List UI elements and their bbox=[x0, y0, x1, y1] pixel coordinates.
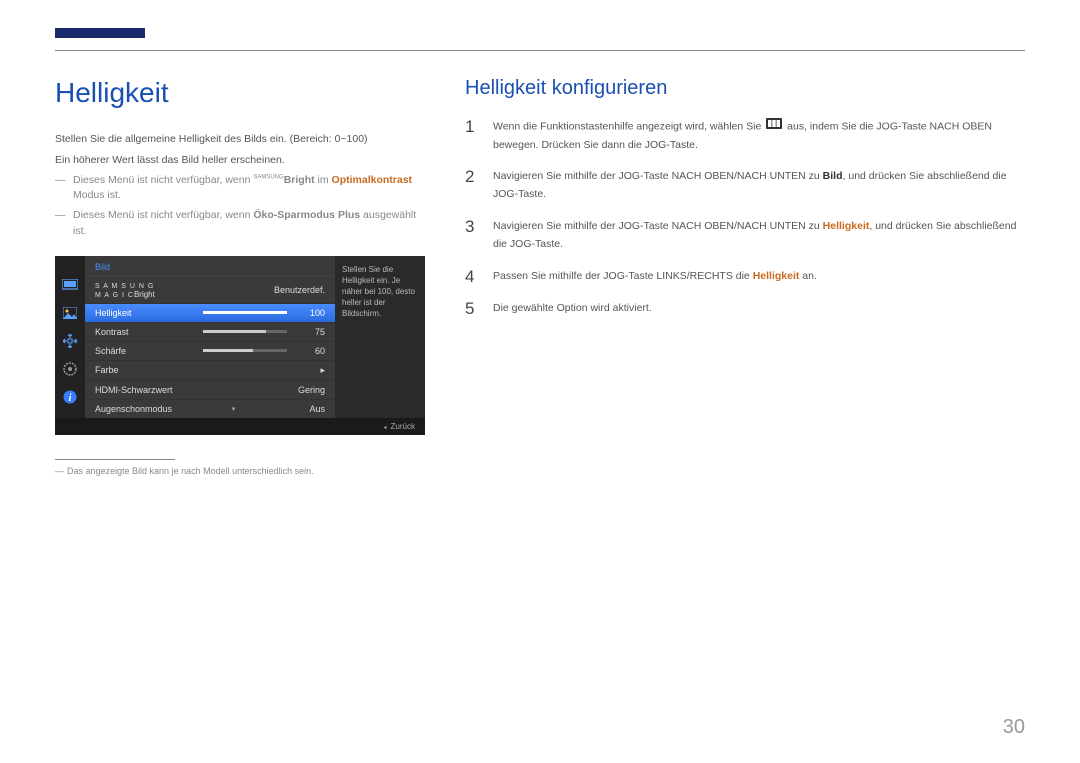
step-number: 3 bbox=[465, 218, 479, 237]
osd-slider bbox=[203, 311, 287, 314]
osd-footer-label: Zurück bbox=[391, 422, 415, 431]
page-number: 30 bbox=[1003, 716, 1025, 739]
osd-value: ▸ bbox=[295, 365, 325, 376]
osd-row-augen: Augenschonmodus ▾ Aus bbox=[85, 400, 335, 418]
monitor-icon bbox=[61, 278, 79, 292]
osd-row-helligkeit: Helligkeit 100 bbox=[85, 304, 335, 323]
osd-screenshot: i Bild S A M S U N G M A G I CBright Be bbox=[55, 256, 425, 435]
header-rule bbox=[55, 50, 1025, 51]
osd-row-kontrast: Kontrast 75 bbox=[85, 323, 335, 342]
note-1-pre: Dieses Menü ist nicht verfügbar, wenn bbox=[73, 174, 253, 186]
magic-small: SAMSUNG bbox=[253, 174, 283, 180]
osd-row-hdmi: HDMI-Schwarzwert Gering bbox=[85, 381, 335, 400]
svg-text:i: i bbox=[69, 393, 72, 404]
osd-slider bbox=[203, 330, 287, 333]
footnote: Das angezeigte Bild kann je nach Modell … bbox=[55, 466, 425, 476]
intro-text-2: Ein höherer Wert lässt das Bild heller e… bbox=[55, 152, 425, 169]
osd-menu: Bild S A M S U N G M A G I CBright Benut… bbox=[85, 256, 335, 418]
footnote-rule bbox=[55, 459, 175, 460]
osd-info-panel: Stellen Sie die Helligkeit ein. Je näher… bbox=[335, 256, 425, 418]
resize-icon bbox=[61, 334, 79, 348]
step-3: 3 Navigieren Sie mithilfe der JOG-Taste … bbox=[465, 218, 1025, 254]
info-icon: i bbox=[61, 390, 79, 404]
osd-label: Helligkeit bbox=[95, 308, 195, 318]
osd-row-farbe: Farbe ▸ bbox=[85, 361, 335, 381]
left-column: Helligkeit Stellen Sie die allgemeine He… bbox=[55, 77, 425, 476]
osd-value: 60 bbox=[295, 346, 325, 356]
osd-value: 75 bbox=[295, 327, 325, 337]
step-text: Die gewählte Option wird aktiviert. bbox=[493, 300, 1025, 318]
osd-label: Farbe bbox=[95, 365, 195, 375]
osd-label: HDMI-Schwarzwert bbox=[95, 385, 173, 395]
note-2-pre: Dieses Menü ist nicht verfügbar, wenn bbox=[73, 209, 253, 221]
osd-row-magicbright: S A M S U N G M A G I CBright Benutzerde… bbox=[85, 277, 335, 304]
picture-icon bbox=[61, 306, 79, 320]
note-1-post: Modus ist. bbox=[73, 189, 121, 201]
step-number: 5 bbox=[465, 300, 479, 319]
osd-header: Bild bbox=[85, 256, 335, 277]
page-title: Helligkeit bbox=[55, 77, 425, 109]
right-column: Helligkeit konfigurieren 1 Wenn die Funk… bbox=[465, 77, 1025, 476]
step-text: Navigieren Sie mithilfe der JOG-Taste NA… bbox=[493, 168, 1025, 204]
magic-bright: Bright bbox=[284, 174, 315, 186]
step-number: 2 bbox=[465, 168, 479, 187]
section-title: Helligkeit konfigurieren bbox=[465, 77, 1025, 100]
menu-icon bbox=[766, 118, 782, 136]
step-text: Passen Sie mithilfe der JOG-Taste LINKS/… bbox=[493, 268, 1025, 286]
osd-value: Benutzerdef. bbox=[274, 285, 325, 295]
chevron-down-icon: ▾ bbox=[172, 405, 295, 413]
note-1-accent: Optimalkontrast bbox=[332, 174, 413, 186]
osd-label: Augenschonmodus bbox=[95, 404, 172, 414]
osd-label: Schärfe bbox=[95, 346, 195, 356]
step-1: 1 Wenn die Funktionstastenhilfe angezeig… bbox=[465, 118, 1025, 154]
intro-text-1: Stellen Sie die allgemeine Helligkeit de… bbox=[55, 131, 425, 148]
osd-slider bbox=[203, 349, 287, 352]
note-1: Dieses Menü ist nicht verfügbar, wenn SA… bbox=[55, 173, 425, 205]
osd-value: Aus bbox=[295, 404, 325, 414]
step-text: Navigieren Sie mithilfe der JOG-Taste NA… bbox=[493, 218, 1025, 254]
osd-value: Gering bbox=[298, 385, 325, 395]
osd-row-schaerfe: Schärfe 60 bbox=[85, 342, 335, 361]
osd-label: S A M S U N G M A G I CBright bbox=[95, 281, 195, 299]
note-1-mid: im bbox=[315, 174, 332, 186]
manual-page: Helligkeit Stellen Sie die allgemeine He… bbox=[0, 0, 1080, 476]
osd-value: 100 bbox=[295, 308, 325, 318]
step-4: 4 Passen Sie mithilfe der JOG-Taste LINK… bbox=[465, 268, 1025, 287]
gear-icon bbox=[61, 362, 79, 376]
osd-sidebar: i bbox=[55, 256, 85, 418]
step-5: 5 Die gewählte Option wird aktiviert. bbox=[465, 300, 1025, 319]
osd-footer: ◂ Zurück bbox=[55, 418, 425, 435]
note-2-accent: Öko-Sparmodus Plus bbox=[253, 209, 360, 221]
step-number: 1 bbox=[465, 118, 479, 137]
two-column-layout: Helligkeit Stellen Sie die allgemeine He… bbox=[55, 77, 1025, 476]
osd-label: Kontrast bbox=[95, 327, 195, 337]
steps-list: 1 Wenn die Funktionstastenhilfe angezeig… bbox=[465, 118, 1025, 319]
back-arrow-icon: ◂ bbox=[384, 425, 387, 431]
step-text: Wenn die Funktionstastenhilfe angezeigt … bbox=[493, 118, 1025, 154]
step-number: 4 bbox=[465, 268, 479, 287]
note-2: Dieses Menü ist nicht verfügbar, wenn Ök… bbox=[55, 208, 425, 240]
step-2: 2 Navigieren Sie mithilfe der JOG-Taste … bbox=[465, 168, 1025, 204]
